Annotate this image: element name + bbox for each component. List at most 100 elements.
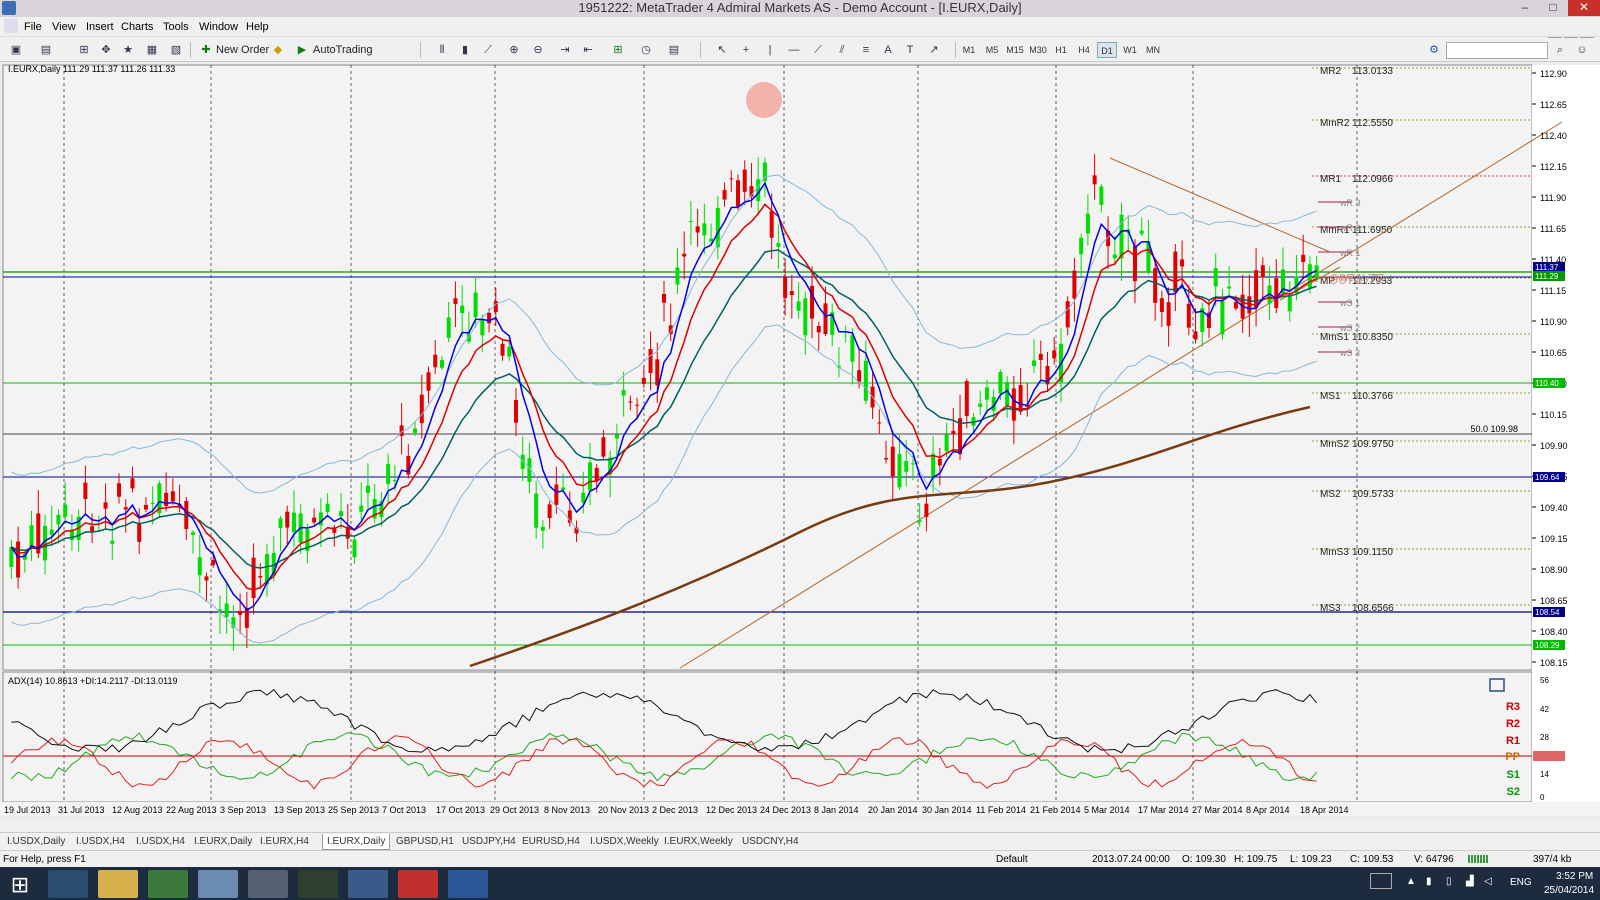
strategy-tester-icon[interactable]: ▧ [168, 42, 184, 58]
start-windows-icon[interactable]: ⊞ [2, 872, 38, 900]
metatrader-taskbar-icon[interactable] [348, 870, 388, 898]
indicator-header: ADX(14) 10.8613 +DI:14.2117 -DI:13.0119 [8, 676, 178, 686]
new-chart-icon[interactable]: ▣ [8, 42, 24, 58]
calculator-icon[interactable] [198, 870, 238, 898]
autotrading-button[interactable]: AutoTrading [313, 41, 373, 59]
timeframe-h1[interactable]: H1 [1051, 42, 1071, 58]
chart-tab[interactable]: I.EURX,Daily [190, 834, 256, 850]
chart-tab[interactable]: I.USDX,Weekly [586, 834, 663, 850]
trendline-icon[interactable]: ⟋ [810, 42, 826, 58]
chart-tab[interactable]: USDJPY,H4 [458, 834, 520, 850]
line-chart-icon[interactable]: ⟋ [480, 42, 496, 58]
candle-body [1139, 230, 1144, 234]
chart-tab[interactable]: I.USDX,Daily [3, 834, 69, 850]
network-icon[interactable]: ▮ [1426, 876, 1432, 887]
zoom-in-icon[interactable]: ⊕ [506, 42, 522, 58]
minimize-button[interactable]: – [1512, 0, 1538, 16]
chart-window-icon[interactable] [4, 19, 18, 33]
timeframe-m30[interactable]: M30 [1028, 42, 1048, 58]
timeframe-h4[interactable]: H4 [1074, 42, 1094, 58]
go-app-icon[interactable] [298, 870, 338, 898]
timeframe-m5[interactable]: M5 [982, 42, 1002, 58]
chart-tab[interactable]: EURUSD,H4 [518, 834, 584, 850]
menu-window[interactable]: Window [199, 21, 238, 33]
close-button[interactable]: ✕ [1568, 0, 1600, 16]
chart-tab[interactable]: I.USDX,H4 [132, 834, 189, 850]
periods-icon[interactable]: ◷ [638, 42, 654, 58]
horizontal-line-icon[interactable]: — [786, 42, 802, 58]
candle-body [783, 276, 788, 299]
clock-time[interactable]: 3:52 PM [1556, 871, 1593, 882]
chart-tab[interactable]: I.EURX,H4 [256, 834, 313, 850]
auto-scroll-icon[interactable]: ⇥ [557, 42, 573, 58]
timeframe-m1[interactable]: M1 [959, 42, 979, 58]
battery-icon[interactable]: ▯ [1446, 876, 1452, 887]
chart-tab[interactable]: GBPUSD,H1 [392, 834, 458, 850]
app-grid-icon[interactable] [248, 870, 288, 898]
candle-body [635, 404, 640, 406]
menu-view[interactable]: View [52, 21, 76, 33]
new-order-button[interactable]: New Order [216, 41, 269, 59]
maximize-button[interactable]: □ [1540, 0, 1566, 16]
zoom-out-icon[interactable]: ⊖ [530, 42, 546, 58]
profiles-icon[interactable]: ▤ [38, 42, 54, 58]
chart-tab[interactable]: USDCNY,H4 [738, 834, 803, 850]
chart-tab[interactable]: I.USDX,H4 [72, 834, 129, 850]
clock-date[interactable]: 25/04/2014 [1544, 885, 1594, 896]
candle-body [110, 540, 115, 544]
cursor-icon[interactable]: ↖ [714, 42, 730, 58]
chart-tab[interactable]: I.EURX,Weekly [660, 834, 737, 850]
new-order-icon[interactable]: ✚ [198, 42, 214, 58]
equidistant-channel-icon[interactable]: ⫽ [834, 42, 850, 58]
word-icon[interactable] [448, 870, 488, 898]
crosshair-icon[interactable]: + [738, 42, 754, 58]
settings-gear-icon[interactable]: ⚙ [1426, 42, 1442, 58]
metatrader-app-icon[interactable] [2, 1, 16, 15]
timeframe-d1[interactable]: D1 [1097, 42, 1117, 58]
chart-shift-icon[interactable]: ⇤ [580, 42, 596, 58]
chrome-icon[interactable] [148, 870, 188, 898]
keyboard-icon[interactable] [1370, 873, 1392, 889]
menu-file[interactable]: File [24, 21, 42, 33]
candlesticks-icon[interactable]: ▮ [457, 42, 473, 58]
text-icon[interactable]: A [880, 42, 896, 58]
candle-body [487, 312, 492, 324]
file-explorer-icon[interactable] [98, 870, 138, 898]
text-label-icon[interactable]: T [902, 42, 918, 58]
timeframe-w1[interactable]: W1 [1120, 42, 1140, 58]
chart-window[interactable]: MR2 113.0133 MmR2 112.5550 MR1 112.0966 MmR1 11… [0, 62, 1600, 822]
date-axis-label: 2 Dec 2013 [652, 805, 698, 815]
search-icon[interactable]: ⌕ [1552, 42, 1568, 58]
menu-charts[interactable]: Charts [121, 21, 153, 33]
timeframe-m15[interactable]: M15 [1005, 42, 1025, 58]
candle-body [117, 483, 122, 497]
tray-expand-icon[interactable]: ▲ [1406, 876, 1416, 887]
chart-tab[interactable]: I.EURX,Daily [322, 834, 391, 850]
market-watch-icon[interactable]: ⊞ [76, 42, 92, 58]
price-chart[interactable]: MR2 113.0133MmR2 112.5550MR1 112.0966MmR1 11… [0, 62, 1600, 822]
vertical-line-icon[interactable]: | [762, 42, 778, 58]
terminal-icon[interactable]: ▦ [144, 42, 160, 58]
date-axis-label: 20 Nov 2013 [598, 805, 649, 815]
arrows-icon[interactable]: ↗ [926, 42, 942, 58]
charting-app-icon[interactable] [398, 870, 438, 898]
fibonacci-icon[interactable]: ≡ [858, 42, 874, 58]
user-icon[interactable]: ☺ [1574, 42, 1590, 58]
navigator-icon[interactable]: ★ [120, 42, 136, 58]
menu-tools[interactable]: Tools [163, 21, 189, 33]
templates-icon[interactable]: ▤ [666, 42, 682, 58]
timeframe-mn[interactable]: MN [1143, 42, 1163, 58]
autotrading-icon[interactable]: ▶ [294, 42, 310, 58]
language-indicator[interactable]: ENG [1510, 877, 1532, 888]
menu-insert[interactable]: Insert [86, 21, 114, 33]
data-window-icon[interactable]: ✥ [98, 42, 114, 58]
volume-icon[interactable]: ◁ [1484, 876, 1492, 887]
menu-help[interactable]: Help [246, 21, 269, 33]
bar-chart-icon[interactable]: ⫴ [434, 42, 450, 58]
indicators-icon[interactable]: ⊞ [610, 42, 626, 58]
signal-icon[interactable]: ▟ [1466, 876, 1474, 887]
account-watermark: 9071.77 [1330, 271, 1384, 288]
search-input[interactable] [1446, 42, 1548, 59]
internet-explorer-icon[interactable] [48, 870, 88, 898]
metaeditor-icon[interactable]: ◆ [270, 42, 286, 58]
